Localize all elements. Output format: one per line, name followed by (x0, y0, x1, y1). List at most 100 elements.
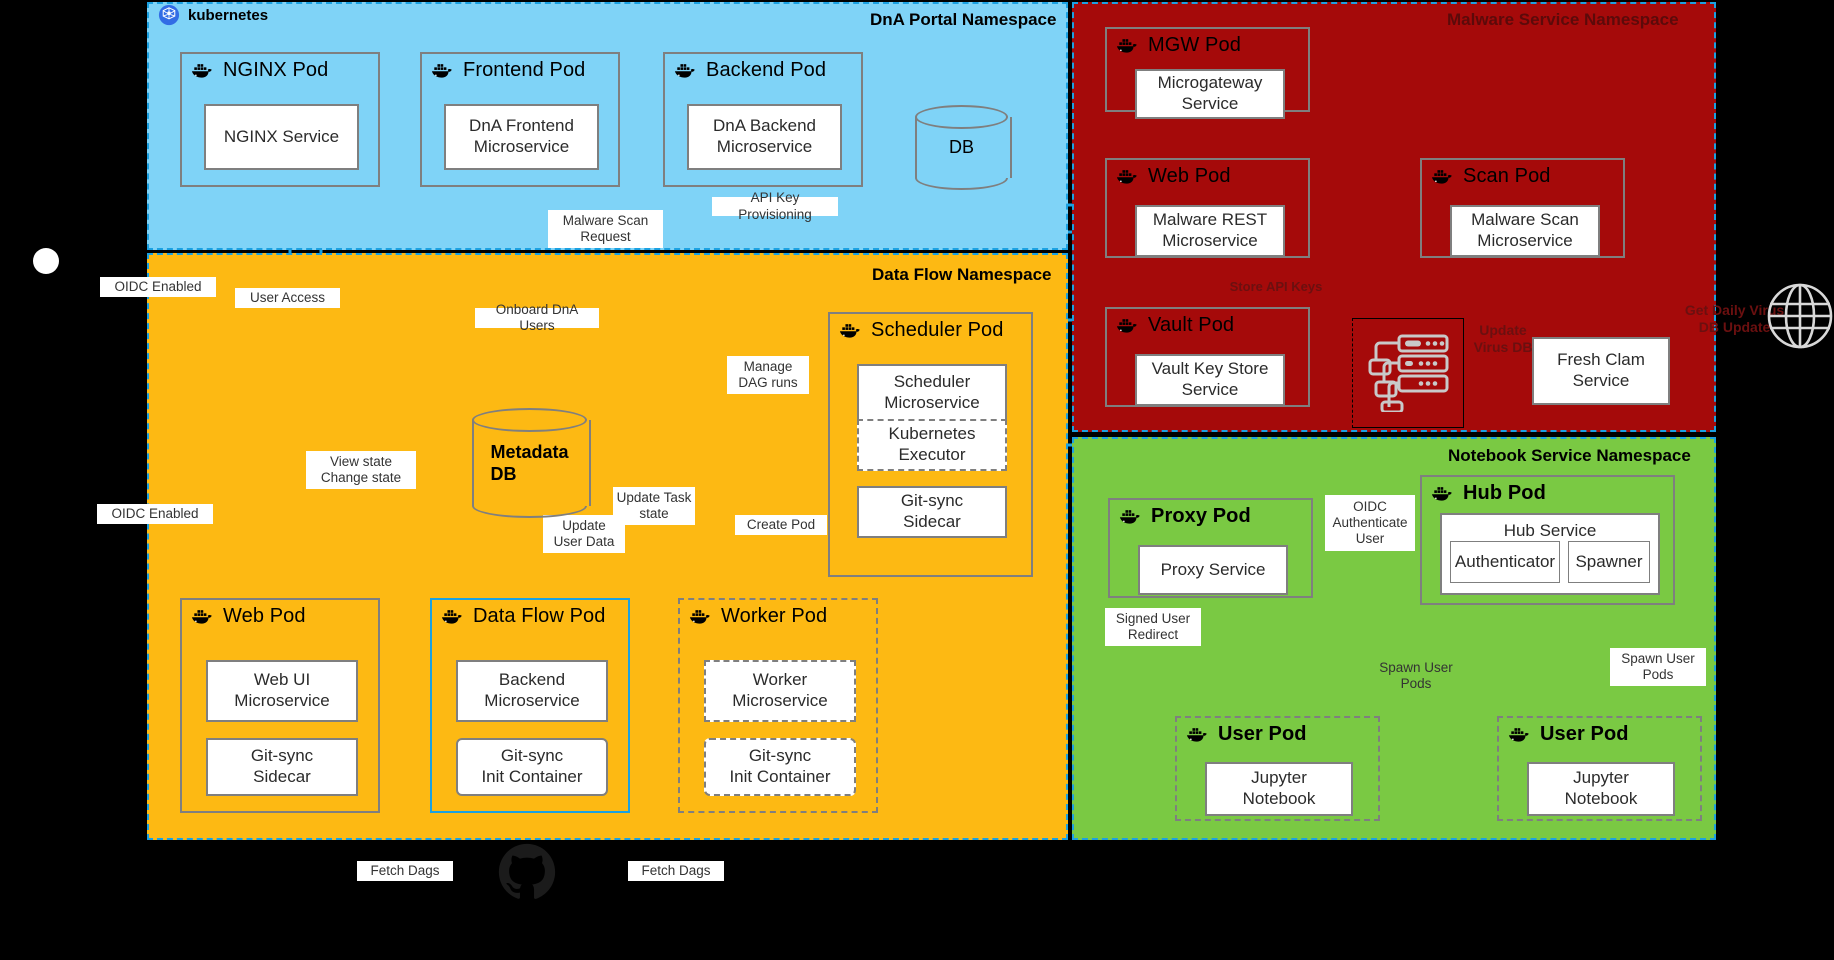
service-microgateway[interactable]: Microgateway Service (1135, 69, 1285, 119)
pod-frontend[interactable]: Frontend Pod DnA Frontend Microservice (420, 52, 620, 187)
pod-proxy[interactable]: Proxy Pod Proxy Service (1108, 498, 1313, 598)
docker-whale-icon (1431, 170, 1452, 184)
pod-backend[interactable]: Backend Pod DnA Backend Microservice (663, 52, 863, 187)
pod-header-malware-web: Web Pod (1115, 165, 1231, 188)
pod-label-proxy: Proxy Pod (1151, 505, 1251, 527)
pod-label-vault: Vault Pod (1148, 314, 1235, 336)
label-oidc-authenticate-user: OIDC Authenticate User (1325, 495, 1415, 551)
pod-nginx[interactable]: NGINX Pod NGINX Service (180, 52, 380, 187)
pod-header-scheduler: Scheduler Pod (838, 319, 1004, 342)
service-authenticator[interactable]: Authenticator (1450, 541, 1560, 583)
database-label-metadata: Metadata DB (490, 441, 569, 485)
docker-whale-icon (1116, 319, 1137, 333)
pod-label-scan: Scan Pod (1463, 165, 1551, 187)
pod-data-flow[interactable]: Data Flow Pod Backend Microservice Git-s… (430, 598, 630, 813)
database-portal-db: DB (915, 105, 1012, 190)
label-onboard-dna-users: Onboard DnA Users (475, 302, 599, 333)
docker-whale-icon (839, 324, 860, 338)
pod-scan[interactable]: Scan Pod Malware Scan Microservice (1420, 158, 1625, 258)
namespace-title-data-flow: Data Flow Namespace (872, 265, 1052, 284)
label-spawn-user-pods-left: Spawn User Pods (1379, 659, 1453, 691)
docker-whale-icon (1116, 170, 1137, 184)
docker-whale-icon (674, 64, 695, 78)
pod-label-dataflow-web: Web Pod (223, 605, 306, 627)
pod-label-mgw: MGW Pod (1148, 34, 1241, 56)
service-dataflow-backend-microservice[interactable]: Backend Microservice (456, 660, 608, 722)
pod-header-nginx: NGINX Pod (190, 59, 328, 82)
service-malware-scan[interactable]: Malware Scan Microservice (1450, 205, 1600, 257)
docker-whale-icon (1116, 39, 1137, 53)
pod-label-nginx: NGINX Pod (223, 59, 329, 81)
label-update-task-state: Update Task state (613, 487, 695, 525)
user-endpoint-dot-icon (33, 248, 59, 274)
pod-header-backend: Backend Pod (673, 59, 826, 82)
kubernetes-brand-label: kubernetes (188, 6, 269, 24)
service-jupyter-notebook-left[interactable]: Jupyter Notebook (1205, 762, 1353, 816)
pod-vault[interactable]: Vault Pod Vault Key Store Service (1105, 307, 1310, 407)
pod-label-malware-web: Web Pod (1148, 165, 1231, 187)
service-worker-microservice[interactable]: Worker Microservice (704, 660, 856, 722)
docker-whale-icon (1119, 510, 1140, 524)
label-user-access: User Access (235, 288, 340, 308)
github-octocat-icon (498, 843, 556, 899)
pod-header-worker: Worker Pod (688, 605, 827, 628)
namespace-title-malware-service: Malware Service Namespace (1447, 10, 1679, 29)
service-vault-key-store[interactable]: Vault Key Store Service (1135, 354, 1285, 406)
docker-whale-icon (191, 64, 212, 78)
pod-dataflow-web[interactable]: Web Pod Web UI Microservice Git-sync Sid… (180, 598, 380, 813)
service-scheduler-microservice[interactable]: Scheduler Microservice (857, 364, 1007, 419)
pod-header-user-right: User Pod (1507, 723, 1629, 746)
service-malware-rest[interactable]: Malware REST Microservice (1135, 205, 1285, 257)
label-api-key-provisioning: API Key Provisioning (712, 190, 838, 222)
pod-header-frontend: Frontend Pod (430, 59, 585, 82)
service-spawner[interactable]: Spawner (1568, 541, 1650, 583)
pod-header-mgw: MGW Pod (1115, 34, 1241, 57)
docker-whale-icon (441, 610, 462, 624)
pod-header-vault: Vault Pod (1115, 314, 1234, 337)
pod-label-user-right: User Pod (1540, 723, 1629, 745)
globe-internet-icon (1767, 283, 1833, 349)
database-label-portal: DB (948, 137, 974, 158)
label-signed-user-redirect: Signed User Redirect (1105, 608, 1201, 646)
service-dataflow-git-sync-init[interactable]: Git-sync Init Container (456, 738, 608, 796)
service-kubernetes-executor[interactable]: Kubernetes Executor (857, 419, 1007, 471)
label-malware-scan-request: Malware Scan Request (548, 210, 663, 248)
label-view-change-state: View state Change state (306, 451, 416, 489)
kubernetes-brand: kubernetes (158, 4, 268, 26)
pod-user-left[interactable]: User Pod Jupyter Notebook (1175, 716, 1380, 821)
pod-label-data-flow: Data Flow Pod (473, 605, 606, 627)
service-proxy[interactable]: Proxy Service (1138, 545, 1288, 595)
service-dna-backend[interactable]: DnA Backend Microservice (687, 104, 842, 170)
pod-malware-web[interactable]: Web Pod Malware REST Microservice (1105, 158, 1310, 258)
namespace-title-notebook-service: Notebook Service Namespace (1448, 446, 1691, 465)
pod-header-hub: Hub Pod (1430, 482, 1546, 505)
service-web-git-sync-sidecar[interactable]: Git-sync Sidecar (206, 738, 358, 796)
pod-mgw[interactable]: MGW Pod Microgateway Service (1105, 27, 1310, 119)
kubernetes-logo-icon (158, 4, 180, 26)
service-dna-frontend[interactable]: DnA Frontend Microservice (444, 104, 599, 170)
service-worker-git-sync-init[interactable]: Git-sync Init Container (704, 738, 856, 796)
pod-worker[interactable]: Worker Pod Worker Microservice Git-sync … (678, 598, 878, 813)
pod-header-user-left: User Pod (1185, 723, 1307, 746)
service-jupyter-notebook-right[interactable]: Jupyter Notebook (1527, 762, 1675, 816)
service-fresh-clam[interactable]: Fresh Clam Service (1532, 337, 1670, 405)
service-web-ui-microservice[interactable]: Web UI Microservice (206, 660, 358, 722)
pod-header-proxy: Proxy Pod (1118, 505, 1251, 528)
label-fetch-dags-left: Fetch Dags (357, 861, 453, 881)
label-oidc-enabled-bottom: OIDC Enabled (97, 504, 213, 524)
database-metadata-db: Metadata DB (472, 408, 591, 518)
docker-whale-icon (191, 610, 212, 624)
namespace-title-dna-portal: DnA Portal Namespace (870, 10, 1057, 29)
service-nginx[interactable]: NGINX Service (204, 104, 359, 170)
label-fetch-dags-right: Fetch Dags (628, 861, 724, 881)
docker-whale-icon (1186, 728, 1207, 742)
pod-label-worker: Worker Pod (721, 605, 828, 627)
pod-label-scheduler: Scheduler Pod (871, 319, 1004, 341)
service-scheduler-git-sync-sidecar[interactable]: Git-sync Sidecar (857, 486, 1007, 538)
pod-user-right[interactable]: User Pod Jupyter Notebook (1497, 716, 1702, 821)
pod-hub[interactable]: Hub Pod Hub Service Authenticator Spawne… (1420, 475, 1675, 605)
label-update-user-data: Update User Data (543, 515, 625, 553)
pod-label-frontend: Frontend Pod (463, 59, 586, 81)
pod-header-dataflow-web: Web Pod (190, 605, 306, 628)
pod-scheduler[interactable]: Scheduler Pod Scheduler Microservice Kub… (828, 312, 1033, 577)
